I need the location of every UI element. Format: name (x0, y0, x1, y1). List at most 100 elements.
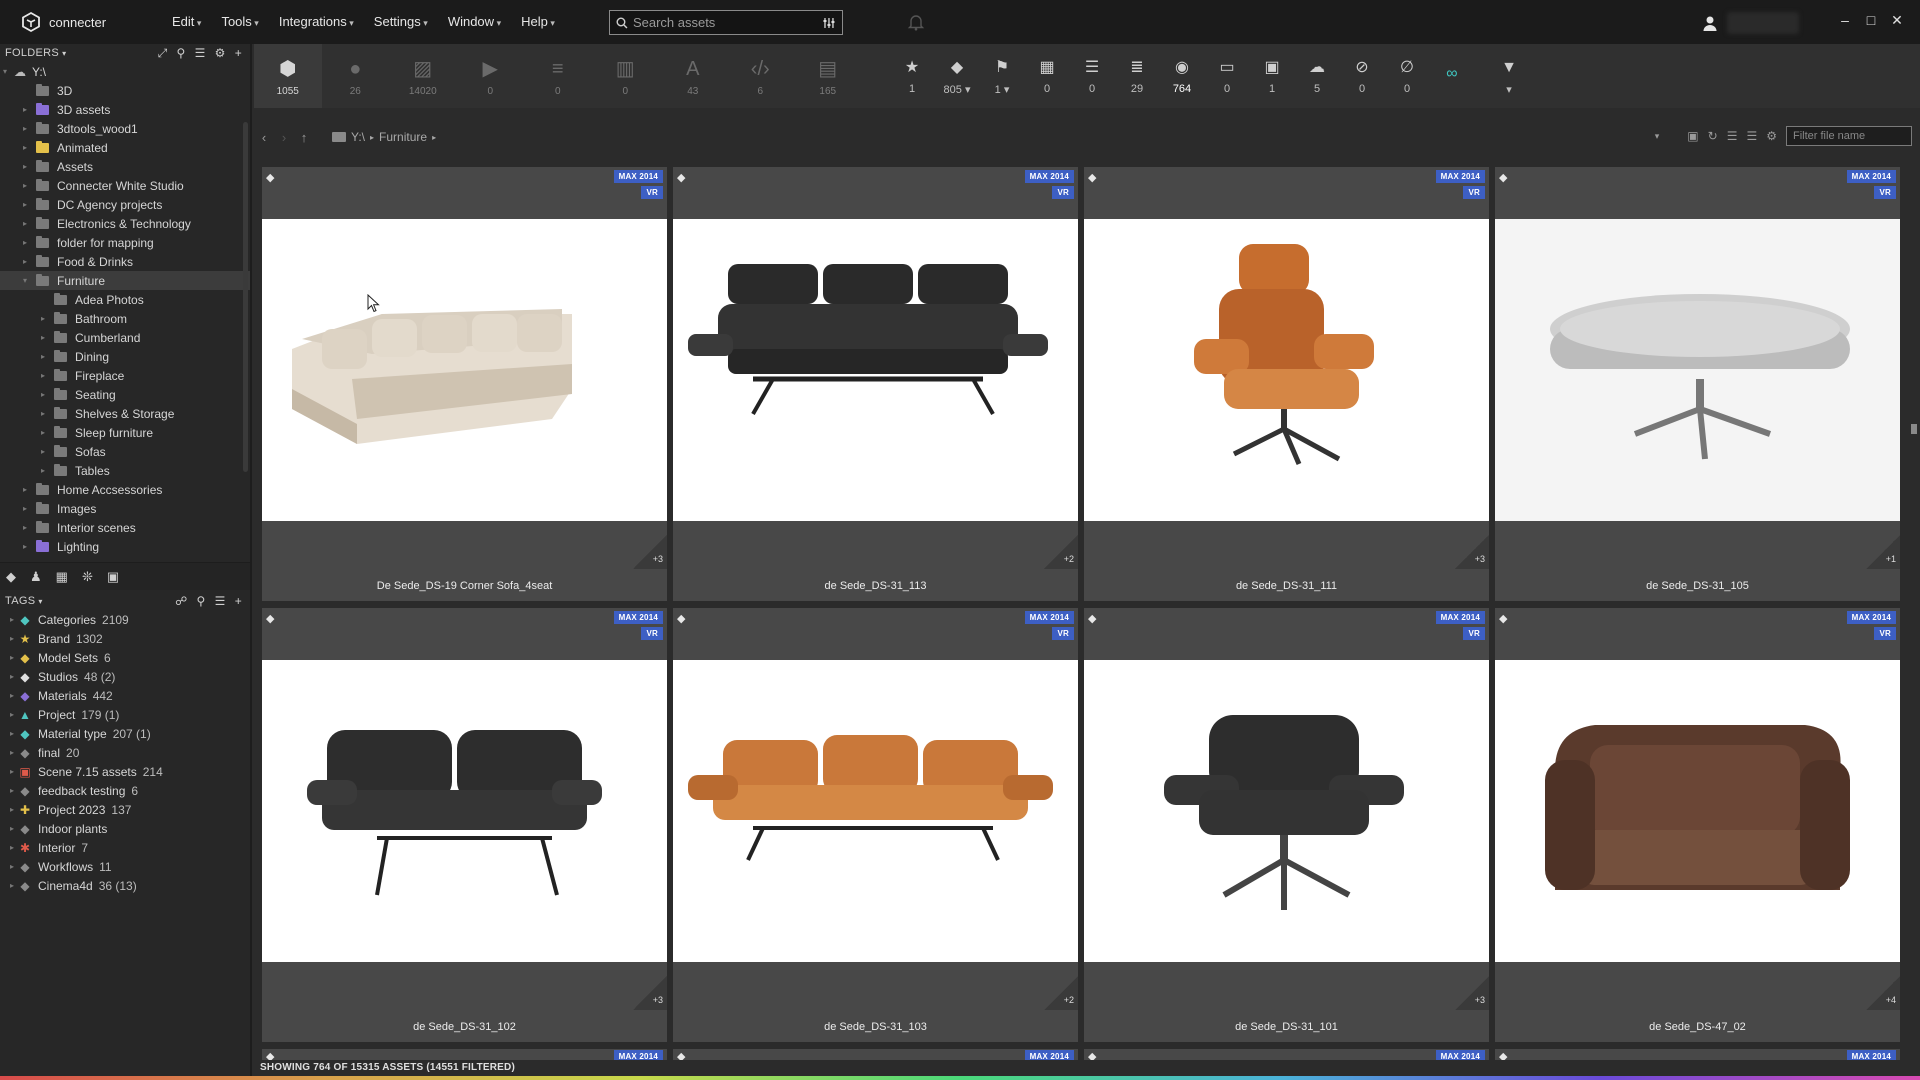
folder-item[interactable]: ▸ Dining (0, 347, 250, 366)
asset-tag-icon[interactable]: ◆ (1088, 612, 1096, 625)
expand-arrow-icon[interactable]: ▸ (38, 371, 48, 380)
expand-arrow-icon[interactable]: ▾ (20, 276, 30, 285)
expand-arrow-icon[interactable]: ▸ (6, 881, 18, 890)
type-filter-material[interactable]: ● 26 (322, 44, 390, 108)
asset-card[interactable]: ◆ MAX 2014 VR +4 de Sede_DS-47_02 (1495, 608, 1900, 1042)
menu-window[interactable]: Window (438, 0, 511, 45)
asset-tag-icon[interactable]: ◆ (1499, 612, 1507, 625)
tag-item[interactable]: ▸ ▣ Scene 7.15 assets 214 (0, 762, 250, 781)
folder-item[interactable]: ▸ Images (0, 499, 250, 518)
asset-card[interactable]: ◆ MAX 2014 VR +1 de Sede_DS-31_105 (1495, 167, 1900, 601)
menu-settings[interactable]: Settings (364, 0, 438, 45)
type-filter-image[interactable]: ▨ 14020 (389, 44, 457, 108)
type-filter-document[interactable]: ▥ 0 (592, 44, 660, 108)
type-filter-video[interactable]: ▶ 0 (457, 44, 525, 108)
asset-thumbnail[interactable] (673, 219, 1078, 521)
expand-arrow-icon[interactable]: ▸ (20, 162, 30, 171)
expand-arrow-icon[interactable]: ▸ (38, 314, 48, 323)
attribute-filter-blocked[interactable]: ∅ 0 (1385, 44, 1430, 108)
variants-count[interactable]: +3 (633, 535, 667, 569)
variants-count[interactable]: +2 (1044, 535, 1078, 569)
type-filter-font[interactable]: A 43 (659, 44, 727, 108)
attribute-filter-hidden[interactable]: ⊘ 0 (1340, 44, 1385, 108)
asset-thumbnail[interactable] (673, 660, 1078, 962)
add-tag-icon[interactable]: + (235, 594, 242, 608)
folder-item[interactable]: ▸ Fireplace (0, 366, 250, 385)
folder-item[interactable]: ▸ Animated (0, 138, 250, 157)
select-all-icon[interactable]: ▣ (1687, 129, 1698, 143)
expand-arrow-icon[interactable]: ▸ (20, 257, 30, 266)
folder-item[interactable]: ▸ Interior scenes (0, 518, 250, 537)
tag-item[interactable]: ▸ ◆ final 20 (0, 743, 250, 762)
expand-arrow-icon[interactable]: ▸ (6, 691, 18, 700)
asset-tag-icon[interactable]: ◆ (1499, 171, 1507, 184)
expand-arrow-icon[interactable]: ▸ (6, 767, 18, 776)
folder-list-icon[interactable]: ☰ (195, 46, 206, 61)
expand-arrow-icon[interactable]: ▸ (38, 447, 48, 456)
up-arrow-icon[interactable]: ↑ (294, 130, 314, 145)
folder-item[interactable]: ▸ Tables (0, 461, 250, 480)
people-tab-icon[interactable]: ♟ (30, 569, 42, 585)
tag-item[interactable]: ▸ ◆ Categories 2109 (0, 610, 250, 629)
expand-arrow-icon[interactable]: ▸ (6, 824, 18, 833)
tag-item[interactable]: ▸ ★ Brand 1302 (0, 629, 250, 648)
forward-arrow-icon[interactable]: › (274, 130, 294, 145)
asset-tag-icon[interactable]: ◆ (677, 1050, 685, 1060)
user-area[interactable] (1703, 12, 1799, 34)
folder-item[interactable]: ▸ 3dtools_wood1 (0, 119, 250, 138)
expand-arrow-icon[interactable]: ▸ (38, 333, 48, 342)
expand-arrow-icon[interactable]: ▸ (20, 238, 30, 247)
expand-arrow-icon[interactable]: ▾ (0, 67, 10, 76)
tag-item[interactable]: ▸ ✱ Interior 7 (0, 838, 250, 857)
attribute-filter-puzzle[interactable]: ▣ 1 (1250, 44, 1295, 108)
expand-arrow-icon[interactable]: ▸ (6, 843, 18, 852)
expand-arrow-icon[interactable]: ▸ (6, 653, 18, 662)
search-options-icon[interactable] (822, 17, 836, 29)
attribute-filter-align[interactable]: ≣ 29 (1115, 44, 1160, 108)
tags-tab-icon[interactable]: ◆ (6, 569, 16, 585)
asset-tag-icon[interactable]: ◆ (266, 171, 274, 184)
notification-bell-icon[interactable] (907, 13, 925, 31)
type-filter-audio[interactable]: ≡ 0 (524, 44, 592, 108)
expand-arrow-icon[interactable]: ▸ (20, 124, 30, 133)
variants-count[interactable]: +3 (633, 976, 667, 1010)
folder-item[interactable]: ▸ 3D assets (0, 100, 250, 119)
folder-item[interactable]: ▸ Lighting (0, 537, 250, 556)
variants-count[interactable]: +2 (1044, 976, 1078, 1010)
grid-tab-icon[interactable]: ▦ (56, 569, 68, 585)
attribute-filter-vr[interactable]: ∞ (1430, 44, 1475, 108)
asset-thumbnail[interactable] (262, 660, 667, 962)
asset-tag-icon[interactable]: ◆ (1088, 1050, 1096, 1060)
folder-item[interactable]: ▾ Furniture (0, 271, 250, 290)
asset-card-partial[interactable]: ◆ MAX 2014 (1084, 1049, 1489, 1060)
folder-item[interactable]: 3D (0, 81, 250, 100)
folder-item[interactable]: ▸ Sleep furniture (0, 423, 250, 442)
refresh-icon[interactable]: ↻ (1708, 129, 1718, 143)
tags-label[interactable]: TAGS (5, 595, 35, 607)
grid-scrollbar-thumb[interactable] (1911, 424, 1917, 434)
folder-item[interactable]: Adea Photos (0, 290, 250, 309)
expand-arrow-icon[interactable]: ▸ (6, 710, 18, 719)
menu-tools[interactable]: Tools (211, 0, 268, 45)
folder-item[interactable]: ▸ Assets (0, 157, 250, 176)
folder-item[interactable]: ▸ Sofas (0, 442, 250, 461)
filter-file-name-input[interactable] (1786, 126, 1912, 146)
tag-item[interactable]: ▸ ✚ Project 2023 137 (0, 800, 250, 819)
expand-arrow-icon[interactable]: ▸ (20, 200, 30, 209)
view-settings-icon[interactable]: ⚙ (1766, 129, 1777, 143)
tag-item[interactable]: ▸ ◆ Studios 48 (2) (0, 667, 250, 686)
pin-icon[interactable]: ⤢ (158, 46, 168, 61)
attribute-filter-comment[interactable]: ▭ 0 (1205, 44, 1250, 108)
tag-item[interactable]: ▸ ◆ Workflows 11 (0, 857, 250, 876)
expand-arrow-icon[interactable]: ▸ (38, 409, 48, 418)
asset-tag-icon[interactable]: ◆ (266, 1050, 274, 1060)
maximize-button[interactable]: □ (1858, 12, 1884, 28)
comments-tab-icon[interactable]: ▣ (107, 569, 119, 585)
expand-arrow-icon[interactable]: ▸ (20, 504, 30, 513)
asset-tag-icon[interactable]: ◆ (677, 171, 685, 184)
expand-arrow-icon[interactable]: ▸ (38, 352, 48, 361)
expand-arrow-icon[interactable]: ▸ (38, 390, 48, 399)
asset-card-partial[interactable]: ◆ MAX 2014 (1495, 1049, 1900, 1060)
expand-arrow-icon[interactable]: ▸ (38, 466, 48, 475)
folder-item[interactable]: ▸ folder for mapping (0, 233, 250, 252)
